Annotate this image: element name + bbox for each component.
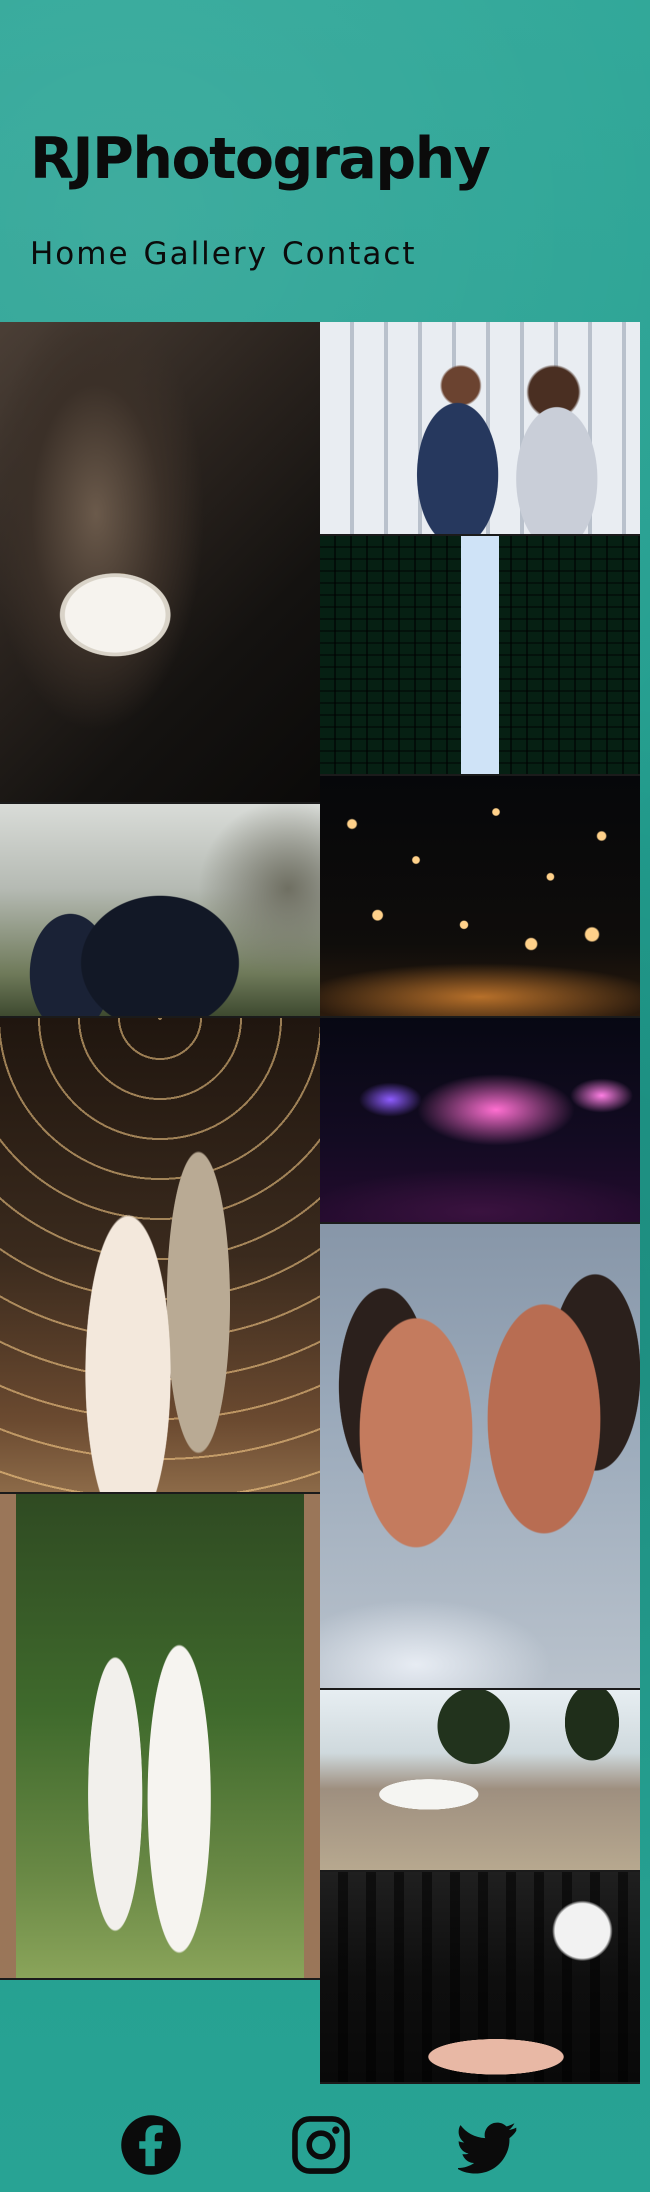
photo-studio-crew[interactable] [320, 1872, 640, 2084]
instagram-icon[interactable] [290, 2114, 352, 2176]
photo-groomsmen[interactable] [0, 804, 320, 1018]
site-header: RJPhotography Home Gallery Contact [0, 0, 650, 322]
photo-concert[interactable] [320, 1018, 640, 1224]
photo-wedding-rings[interactable] [0, 322, 320, 804]
photo-skyscrapers[interactable] [320, 536, 640, 776]
nav-home-link[interactable]: Home [30, 236, 130, 272]
photo-laughing-couple[interactable] [320, 1224, 640, 1690]
photo-gallery [0, 322, 640, 2084]
photo-sky-lanterns[interactable] [320, 776, 640, 1018]
nav-gallery-link[interactable]: Gallery [144, 236, 268, 272]
photo-business-portrait[interactable] [320, 322, 640, 536]
facebook-icon[interactable] [120, 2114, 182, 2176]
photo-car-shoot[interactable] [320, 1690, 640, 1872]
twitter-icon[interactable] [458, 2114, 520, 2176]
photo-two-brides[interactable] [0, 1494, 320, 1980]
social-links [0, 2084, 650, 2192]
photo-wedding-kiss[interactable] [0, 1018, 320, 1494]
nav-contact-link[interactable]: Contact [282, 236, 417, 272]
main-nav: Home Gallery Contact [30, 236, 417, 272]
site-brand[interactable]: RJPhotography [30, 126, 491, 192]
